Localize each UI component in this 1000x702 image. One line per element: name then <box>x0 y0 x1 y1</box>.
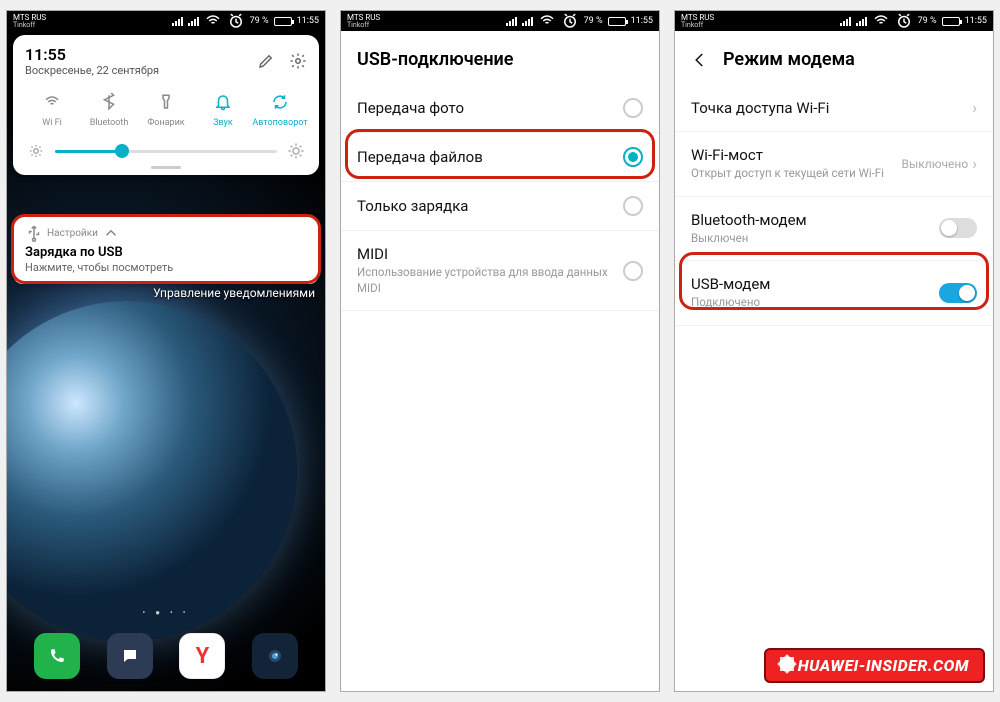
page-indicator: • ● • • <box>7 608 325 617</box>
camera-app[interactable] <box>252 633 298 679</box>
brightness-low-icon <box>27 142 45 160</box>
messages-app[interactable] <box>107 633 153 679</box>
earth-image <box>6 301 297 641</box>
row-usb-modem[interactable]: USB-модем Подключено <box>675 261 993 326</box>
chevron-up-icon <box>102 224 120 242</box>
signal-icon-2 <box>188 17 199 26</box>
row-wifi-bridge[interactable]: Wi-Fi-мост Открыт доступ к текущей сети … <box>675 132 993 197</box>
qs-wifi[interactable]: Wi Fi <box>25 91 79 128</box>
quick-settings-panel[interactable]: 11:55 Воскресенье, 22 сентября Wi Fi Blu… <box>13 35 319 175</box>
chevron-right-icon: › <box>972 98 977 117</box>
signal-icon <box>840 17 851 26</box>
option-midi[interactable]: MIDI Использование устройства для ввода … <box>341 231 659 311</box>
option-file-transfer[interactable]: Передача файлов <box>341 133 659 182</box>
toggle-off[interactable] <box>939 218 977 238</box>
wifi-icon <box>43 93 61 111</box>
signal-icon <box>506 17 517 26</box>
row-wifi-hotspot[interactable]: Точка доступа Wi-Fi › <box>675 84 993 132</box>
phone-screenshot-1: MTS RUS Tinkoff 79 % 11:55 11:55 Воскрес… <box>6 10 326 692</box>
qs-bluetooth[interactable]: Bluetooth <box>82 91 136 128</box>
wifi-status-icon <box>538 12 556 30</box>
signal-icon <box>172 17 183 26</box>
battery-pct: 79 % <box>250 16 269 26</box>
alarm-icon <box>895 12 913 30</box>
dock: Y <box>7 633 325 679</box>
usb-notification[interactable]: Настройки Зарядка по USB Нажмите, чтобы … <box>13 216 319 284</box>
brightness-high-icon <box>287 142 305 160</box>
status-time: 11:55 <box>297 16 319 26</box>
manage-notifications-link[interactable]: Управление уведомлениями <box>153 286 315 300</box>
status-bar: MTS RUS Tinkoff 79 % 11:55 <box>675 11 993 31</box>
message-icon <box>121 647 139 665</box>
huawei-logo-icon <box>780 657 794 671</box>
qs-flashlight[interactable]: Фонарик <box>139 91 193 128</box>
flashlight-icon <box>157 93 175 111</box>
battery-icon <box>942 17 960 26</box>
camera-lens-icon <box>266 647 284 665</box>
battery-icon <box>274 17 292 26</box>
phone-screenshot-2: MTS RUS Tinkoff 79 % 11:55 USB-подключен… <box>340 10 660 692</box>
option-charge-only[interactable]: Только зарядка <box>341 182 659 231</box>
gear-icon[interactable] <box>289 52 307 70</box>
radio-icon <box>623 98 643 118</box>
radio-selected-icon <box>623 147 643 167</box>
qs-autorotate[interactable]: Автоповорот <box>253 91 307 128</box>
page-title: Режим модема <box>675 31 993 84</box>
status-bar: MTS RUS Tinkoff 79 % 11:55 <box>341 11 659 31</box>
carrier-2: Tinkoff <box>13 22 46 29</box>
panel-drag-handle[interactable] <box>151 166 181 169</box>
qs-date: Воскресенье, 22 сентября <box>25 64 159 77</box>
phone-app[interactable] <box>34 633 80 679</box>
radio-icon <box>623 261 643 281</box>
qs-time: 11:55 <box>25 45 159 64</box>
usb-icon <box>25 224 43 242</box>
wifi-status-icon <box>872 12 890 30</box>
notification-title: Зарядка по USB <box>25 245 307 260</box>
signal-icon-2 <box>856 17 867 26</box>
option-photo-transfer[interactable]: Передача фото <box>341 84 659 133</box>
battery-icon <box>608 17 626 26</box>
page-title: USB-подключение <box>341 31 659 84</box>
yandex-app[interactable]: Y <box>179 633 225 679</box>
qs-sound[interactable]: Звук <box>196 91 250 128</box>
toggle-on[interactable] <box>939 283 977 303</box>
row-bluetooth-modem[interactable]: Bluetooth-модем Выключен <box>675 197 993 262</box>
chevron-right-icon: › <box>972 154 977 173</box>
radio-icon <box>623 196 643 216</box>
notification-subtitle: Нажмите, чтобы посмотреть <box>25 261 307 274</box>
brightness-slider[interactable] <box>27 142 305 160</box>
rotate-icon <box>271 93 289 111</box>
qs-toggles: Wi Fi Bluetooth Фонарик Звук Автоповорот <box>25 91 307 128</box>
back-icon[interactable] <box>691 51 709 69</box>
status-bar: MTS RUS Tinkoff 79 % 11:55 <box>7 11 325 31</box>
watermark: HUAWEI-INSIDER.COM <box>764 648 985 683</box>
bell-icon <box>214 93 232 111</box>
bluetooth-icon <box>100 93 118 111</box>
phone-icon <box>48 647 66 665</box>
wifi-status-icon <box>204 12 222 30</box>
alarm-icon <box>227 12 245 30</box>
signal-icon-2 <box>522 17 533 26</box>
phone-screenshot-3: MTS RUS Tinkoff 79 % 11:55 Режим модема … <box>674 10 994 692</box>
alarm-icon <box>561 12 579 30</box>
edit-icon[interactable] <box>257 52 275 70</box>
